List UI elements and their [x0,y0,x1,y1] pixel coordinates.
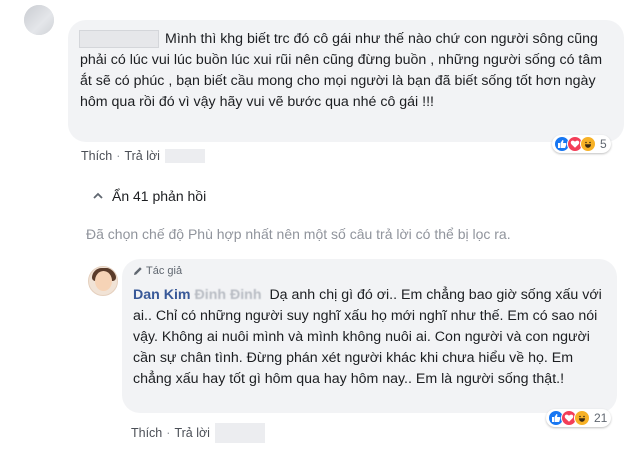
redacted-timestamp [214,423,265,443]
redacted-timestamp [164,149,205,163]
reply-link[interactable]: Trả lời [124,149,160,163]
filter-notice: Đã chọn chế độ Phù hợp nhất nên một số c… [86,226,511,242]
pencil-icon [134,267,142,275]
reaction-summary[interactable]: 21 [546,409,612,427]
author-badge-label: Tác giả [146,265,183,277]
author-name-link[interactable]: Dan Kim [133,287,191,303]
reply-text-block: Dan Kim Đinh Đinh Dạ anh chị gì đó ơi.. … [133,285,611,390]
redacted-author-surname: Đinh Đinh [194,287,262,303]
reaction-summary[interactable]: 5 [552,135,611,153]
comment-text: Mình thì khg biết trc đó cô gái như thế … [80,31,603,110]
haha-icon [580,136,596,152]
comment-actions: Thích · Trả lời [81,149,205,163]
reply-link[interactable]: Trả lời [174,426,210,440]
reaction-count: 21 [594,411,608,425]
author-avatar[interactable] [88,266,118,296]
author-badge: Tác giả [133,265,182,277]
chevron-up-icon [93,192,103,199]
like-link[interactable]: Thích [81,149,112,163]
hide-replies-label: Ẩn 41 phản hồi [112,188,207,204]
separator: · [116,149,121,163]
like-link[interactable]: Thích [131,426,162,440]
commenter-avatar[interactable] [24,5,54,35]
separator: · [166,426,171,440]
reaction-count: 5 [600,137,607,151]
haha-icon [574,410,590,426]
reply-actions: Thích · Trả lời [131,423,265,443]
hide-replies-toggle[interactable]: Ẩn 41 phản hồi [92,188,206,204]
